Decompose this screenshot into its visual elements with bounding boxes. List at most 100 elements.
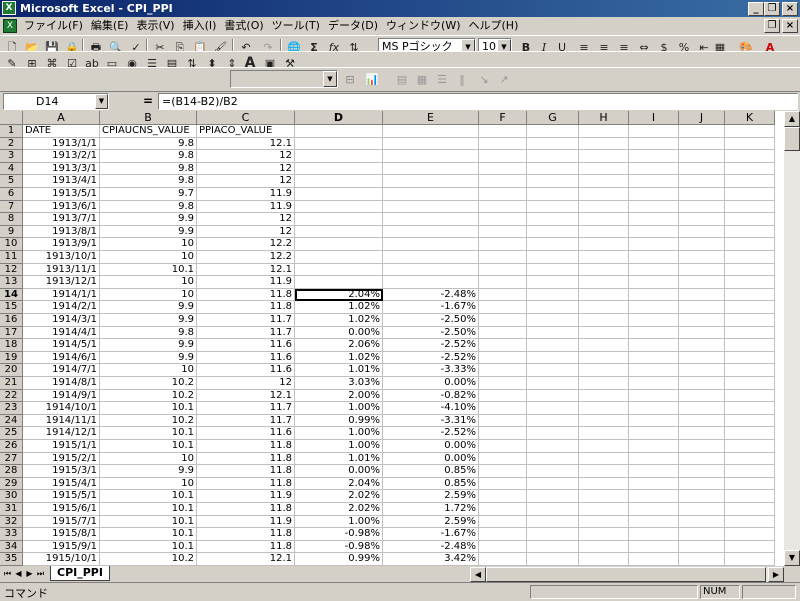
- cell-b19[interactable]: 9.9: [100, 351, 197, 365]
- cell-d19[interactable]: 1.02%: [295, 351, 383, 365]
- cell-j23[interactable]: [679, 402, 725, 415]
- cell-k5[interactable]: [725, 175, 775, 188]
- cell-c13[interactable]: 11.9: [197, 276, 295, 289]
- cell-i21[interactable]: [629, 377, 679, 390]
- cell-i35[interactable]: [629, 553, 679, 566]
- cell-h7[interactable]: [579, 200, 629, 214]
- cell-d24[interactable]: 0.99%: [295, 414, 383, 428]
- column-header-h[interactable]: H: [579, 111, 629, 125]
- row-header[interactable]: 11: [0, 251, 23, 264]
- cell-a16[interactable]: 1914/3/1: [23, 314, 100, 327]
- cell-g12[interactable]: [527, 263, 579, 277]
- row-header[interactable]: 12: [0, 263, 23, 277]
- cell-f33[interactable]: [479, 528, 527, 541]
- row-header[interactable]: 17: [0, 326, 23, 340]
- cell-k1[interactable]: [725, 125, 775, 138]
- row-header[interactable]: 29: [0, 477, 23, 491]
- cell-h27[interactable]: [579, 452, 629, 466]
- horizontal-scrollbar[interactable]: ◀ ▶: [470, 567, 784, 582]
- cell-k33[interactable]: [725, 528, 775, 541]
- row-header[interactable]: 2: [0, 137, 23, 151]
- cell-f18[interactable]: [479, 339, 527, 352]
- data-table-icon[interactable]: ▦: [412, 70, 432, 89]
- cell-k13[interactable]: [725, 276, 775, 289]
- cell-d25[interactable]: 1.00%: [295, 427, 383, 440]
- row-header[interactable]: 33: [0, 528, 23, 541]
- cell-g20[interactable]: [527, 364, 579, 377]
- cell-j33[interactable]: [679, 528, 725, 541]
- cell-f7[interactable]: [479, 200, 527, 214]
- cell-b32[interactable]: 10.1: [100, 515, 197, 529]
- row-header[interactable]: 30: [0, 490, 23, 503]
- cell-c15[interactable]: 11.8: [197, 301, 295, 314]
- cell-g18[interactable]: [527, 339, 579, 352]
- cell-e14[interactable]: -2.48%: [383, 288, 479, 302]
- cell-h34[interactable]: [579, 540, 629, 554]
- cell-j2[interactable]: [679, 137, 725, 151]
- cell-e1[interactable]: [383, 125, 479, 138]
- next-sheet-icon[interactable]: ▶: [24, 568, 35, 580]
- cell-a27[interactable]: 1915/2/1: [23, 452, 100, 466]
- cell-d33[interactable]: -0.98%: [295, 528, 383, 541]
- cell-c10[interactable]: 12.2: [197, 238, 295, 251]
- cell-g3[interactable]: [527, 150, 579, 163]
- cell-c33[interactable]: 11.8: [197, 528, 295, 541]
- cell-i18[interactable]: [629, 339, 679, 352]
- cell-g23[interactable]: [527, 402, 579, 415]
- row-header[interactable]: 35: [0, 553, 23, 566]
- cell-i6[interactable]: [629, 188, 679, 201]
- cell-j29[interactable]: [679, 477, 725, 491]
- cell-g29[interactable]: [527, 477, 579, 491]
- cell-g33[interactable]: [527, 528, 579, 541]
- cell-h13[interactable]: [579, 276, 629, 289]
- cell-c26[interactable]: 11.8: [197, 440, 295, 453]
- workbook-icon[interactable]: X: [3, 19, 17, 33]
- cell-k17[interactable]: [725, 326, 775, 340]
- cell-e10[interactable]: [383, 238, 479, 251]
- excel-app-icon[interactable]: X: [2, 1, 16, 15]
- cell-b8[interactable]: 9.9: [100, 213, 197, 226]
- cell-g35[interactable]: [527, 553, 579, 566]
- cell-h19[interactable]: [579, 351, 629, 365]
- cell-k26[interactable]: [725, 440, 775, 453]
- cell-g9[interactable]: [527, 225, 579, 239]
- cell-d32[interactable]: 1.00%: [295, 515, 383, 529]
- cell-j6[interactable]: [679, 188, 725, 201]
- cell-k22[interactable]: [725, 389, 775, 403]
- cell-f20[interactable]: [479, 364, 527, 377]
- cell-g32[interactable]: [527, 515, 579, 529]
- cell-j17[interactable]: [679, 326, 725, 340]
- cell-h15[interactable]: [579, 301, 629, 314]
- row-header[interactable]: 16: [0, 314, 23, 327]
- cell-b17[interactable]: 9.8: [100, 326, 197, 340]
- cell-i26[interactable]: [629, 440, 679, 453]
- cell-f1[interactable]: [479, 125, 527, 138]
- menu-file[interactable]: ファイル(F): [20, 19, 87, 33]
- cell-k25[interactable]: [725, 427, 775, 440]
- prev-sheet-icon[interactable]: ◀: [13, 568, 24, 580]
- cell-a21[interactable]: 1914/8/1: [23, 377, 100, 390]
- cell-c28[interactable]: 11.8: [197, 465, 295, 478]
- row-header[interactable]: 18: [0, 339, 23, 352]
- cell-c4[interactable]: 12: [197, 162, 295, 176]
- cell-j14[interactable]: [679, 288, 725, 302]
- cell-f4[interactable]: [479, 162, 527, 176]
- cell-h35[interactable]: [579, 553, 629, 566]
- cell-d10[interactable]: [295, 238, 383, 251]
- cell-c12[interactable]: 12.1: [197, 263, 295, 277]
- cell-h26[interactable]: [579, 440, 629, 453]
- cell-h3[interactable]: [579, 150, 629, 163]
- cell-j27[interactable]: [679, 452, 725, 466]
- cell-j11[interactable]: [679, 251, 725, 264]
- cell-c31[interactable]: 11.8: [197, 503, 295, 516]
- cell-f15[interactable]: [479, 301, 527, 314]
- cell-e11[interactable]: [383, 251, 479, 264]
- cell-e15[interactable]: -1.67%: [383, 301, 479, 314]
- cell-e26[interactable]: 0.00%: [383, 440, 479, 453]
- cell-e21[interactable]: 0.00%: [383, 377, 479, 390]
- cell-j22[interactable]: [679, 389, 725, 403]
- cell-f32[interactable]: [479, 515, 527, 529]
- cell-c3[interactable]: 12: [197, 150, 295, 163]
- cell-h25[interactable]: [579, 427, 629, 440]
- cell-a1[interactable]: DATE: [23, 125, 100, 138]
